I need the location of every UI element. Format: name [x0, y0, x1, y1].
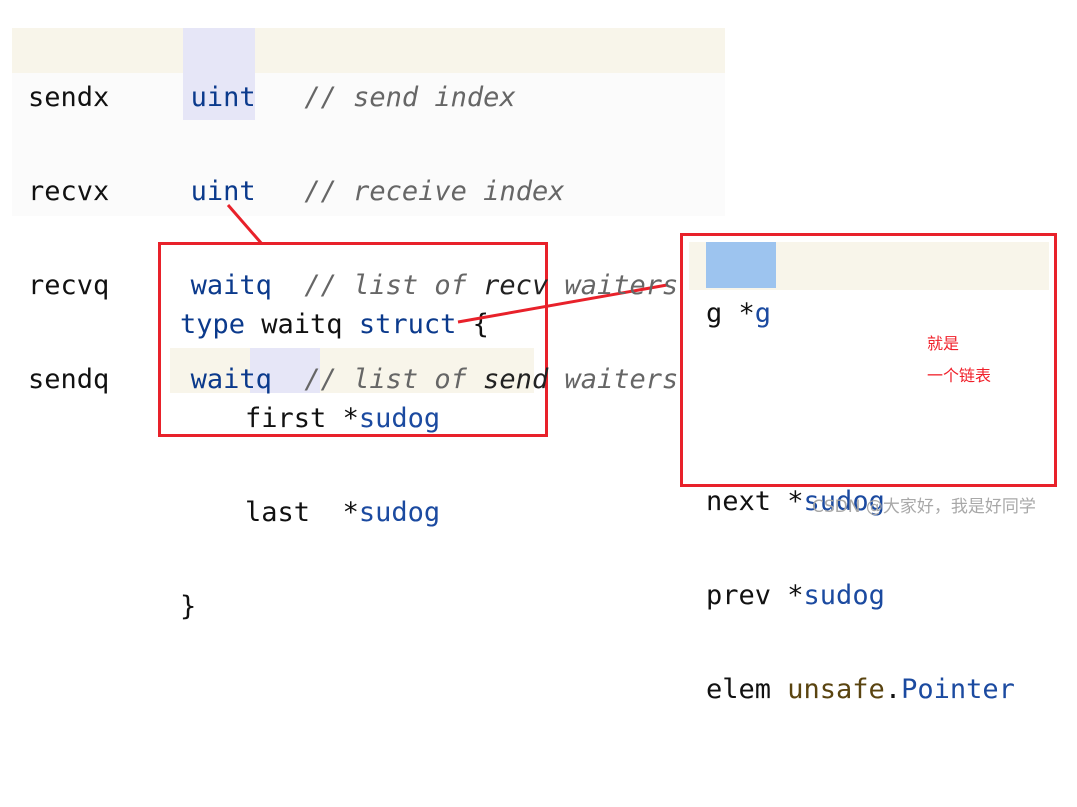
- code-line: elem unsafe.Pointer: [706, 674, 1015, 705]
- sudog-struct-box: g *g next *sudog prev *sudog elem unsafe…: [680, 233, 1057, 705]
- code-line: g *g: [706, 298, 772, 329]
- annotation-line2: 一个链表: [927, 366, 992, 385]
- field-row: sendq waitq // list of send waiters: [28, 364, 679, 395]
- code-line: last *sudog: [245, 497, 441, 528]
- annotation-line1: 就是: [927, 334, 960, 353]
- code-line: }: [180, 591, 197, 622]
- comment-prefix: // list of: [304, 270, 484, 301]
- field-row: recvx uint // receive index: [28, 176, 565, 207]
- field-row: recvq waitq // list of recv waiters: [28, 270, 679, 301]
- watermark: CSDN @大家好，我是好同学: [812, 497, 1036, 517]
- field-row: sendx uint // send index: [28, 82, 516, 113]
- struct-fields: sendx uint // send index recvx uint // r…: [28, 27, 678, 450]
- comment-prefix: // list of: [304, 364, 484, 395]
- code-line: prev *sudog: [706, 580, 885, 611]
